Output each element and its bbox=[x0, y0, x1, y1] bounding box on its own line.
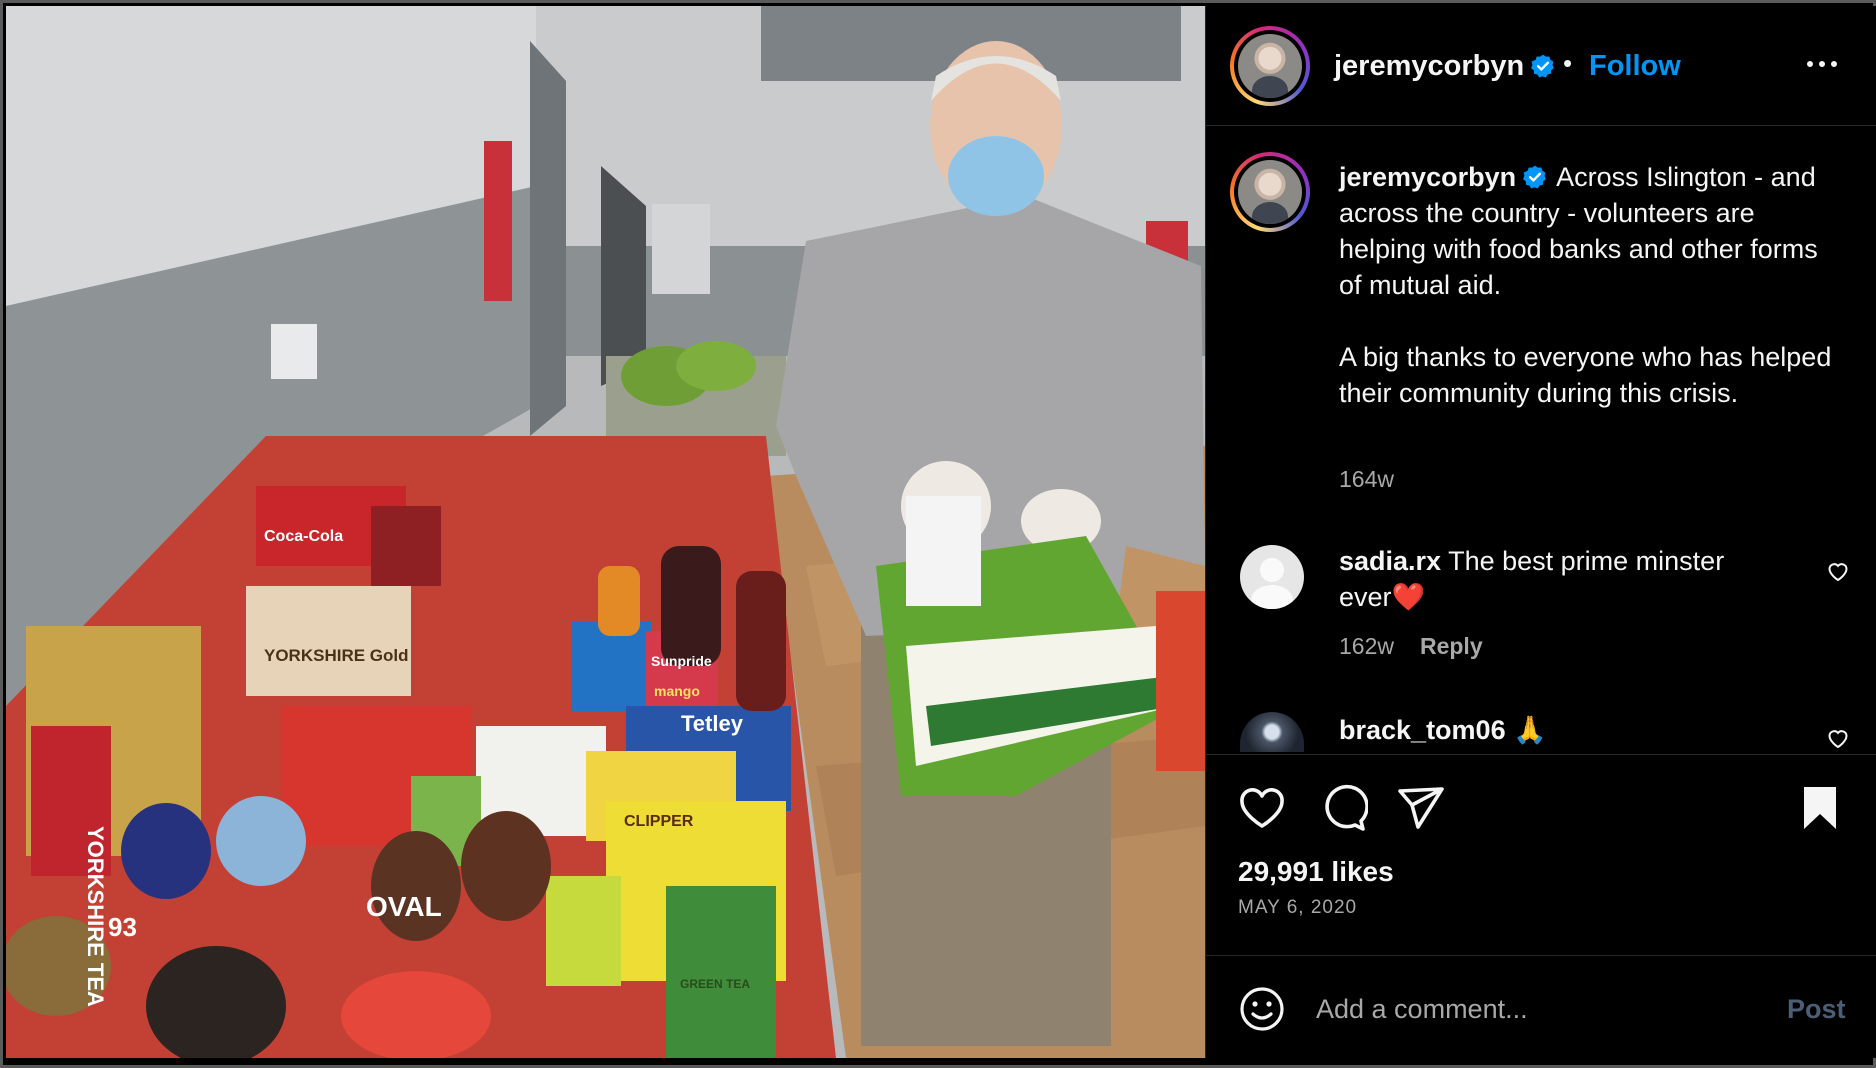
svg-text:mango: mango bbox=[654, 683, 700, 699]
author-username-wrap[interactable]: jeremycorbyn bbox=[1334, 50, 1556, 83]
post-side-panel: jeremycorbyn • Follow jeremycorbyn Across… bbox=[1205, 6, 1876, 1058]
comment-username[interactable]: brack_tom06 bbox=[1339, 715, 1506, 745]
caption-author-avatar[interactable] bbox=[1230, 152, 1310, 232]
post-date: MAY 6, 2020 bbox=[1238, 897, 1358, 918]
svg-text:YORKSHIRE TEA: YORKSHIRE TEA bbox=[83, 826, 108, 1007]
comment-timestamp[interactable]: 162w bbox=[1339, 633, 1394, 659]
comment-like-icon[interactable] bbox=[1826, 726, 1850, 750]
post-photo[interactable]: Coca-Cola YORKSHIRE Gold YORKSHIRE TEA T… bbox=[6, 6, 1205, 1058]
comment-username[interactable]: sadia.rx bbox=[1339, 546, 1441, 576]
comment-like-icon[interactable] bbox=[1826, 559, 1850, 583]
food-bank-photo: Coca-Cola YORKSHIRE Gold YORKSHIRE TEA T… bbox=[6, 6, 1205, 1058]
svg-text:Coca-Cola: Coca-Cola bbox=[264, 528, 343, 545]
comment-item: sadia.rx The best prime minster ever❤️ bbox=[1339, 543, 1759, 615]
comment-bubble-icon[interactable] bbox=[1318, 783, 1368, 833]
comment-input[interactable] bbox=[1316, 984, 1746, 1034]
commenter-avatar[interactable] bbox=[1240, 545, 1304, 609]
reply-button[interactable]: Reply bbox=[1420, 633, 1483, 659]
post-header: jeremycorbyn • Follow bbox=[1206, 6, 1876, 126]
post-comment-button[interactable]: Post bbox=[1787, 994, 1846, 1025]
verified-badge-icon bbox=[1523, 165, 1546, 189]
comment-meta: 162w Reply bbox=[1339, 633, 1483, 660]
svg-text:93: 93 bbox=[108, 912, 137, 942]
bookmark-saved-icon[interactable] bbox=[1795, 783, 1845, 833]
caption-username[interactable]: jeremycorbyn bbox=[1339, 162, 1516, 192]
comment-text: 🙏 bbox=[1513, 715, 1547, 745]
instagram-post-modal: Coca-Cola YORKSHIRE Gold YORKSHIRE TEA T… bbox=[0, 0, 1876, 1068]
svg-text:YORKSHIRE Gold: YORKSHIRE Gold bbox=[264, 646, 409, 665]
author-username[interactable]: jeremycorbyn bbox=[1334, 50, 1524, 82]
svg-text:Tetley: Tetley bbox=[681, 711, 744, 736]
post-actions: 29,991 likes MAY 6, 2020 bbox=[1206, 756, 1876, 956]
more-options-icon[interactable] bbox=[1802, 44, 1842, 84]
separator-dot: • bbox=[1563, 48, 1573, 78]
emoji-smiley-icon[interactable] bbox=[1238, 985, 1286, 1033]
caption-text: Across Islington - and across the countr… bbox=[1339, 162, 1832, 408]
add-comment-bar: Post bbox=[1206, 957, 1876, 1058]
caption-timestamp[interactable]: 164w bbox=[1339, 466, 1394, 493]
comment-item: brack_tom06 🙏 bbox=[1339, 712, 1759, 750]
svg-text:Sunpride: Sunpride bbox=[651, 653, 712, 669]
share-paper-plane-icon[interactable] bbox=[1396, 783, 1446, 833]
verified-badge-icon bbox=[1531, 54, 1555, 78]
svg-text:OVAL: OVAL bbox=[366, 891, 442, 922]
caption: jeremycorbyn Across Islington - and acros… bbox=[1339, 159, 1839, 411]
like-heart-icon[interactable] bbox=[1237, 783, 1287, 833]
author-avatar[interactable] bbox=[1230, 26, 1310, 106]
follow-button[interactable]: Follow bbox=[1589, 50, 1681, 83]
svg-text:CLIPPER: CLIPPER bbox=[624, 813, 694, 830]
likes-count[interactable]: 29,991 likes bbox=[1238, 856, 1394, 888]
svg-text:GREEN TEA: GREEN TEA bbox=[680, 977, 750, 991]
